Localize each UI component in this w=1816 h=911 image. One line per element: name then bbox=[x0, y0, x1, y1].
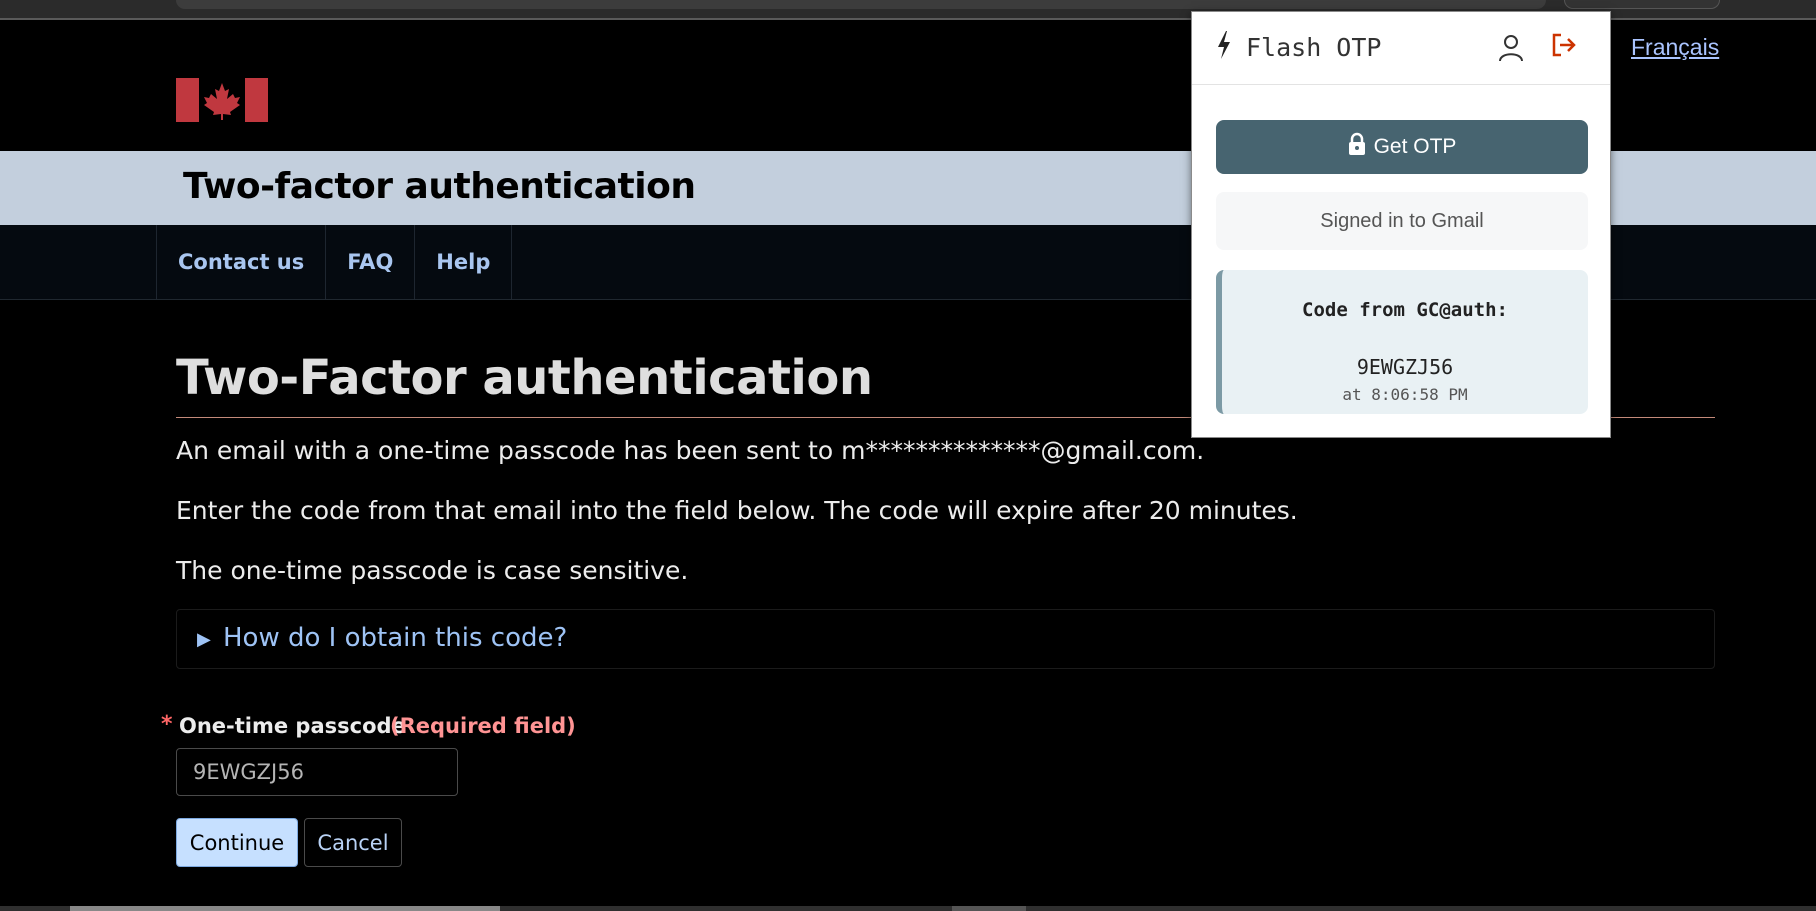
otp-field-label: One-time passcode bbox=[179, 714, 406, 738]
otp-code-card: Code from GC@auth: 9EWGZJ56 at 8:06:58 P… bbox=[1216, 270, 1588, 414]
required-marker: * bbox=[161, 712, 173, 737]
language-link[interactable]: Français bbox=[1631, 34, 1719, 61]
site-title: Two-factor authentication bbox=[183, 166, 696, 207]
horizontal-scrollbar[interactable] bbox=[0, 906, 1816, 911]
flash-otp-popup: Flash OTP Get OTP Signed in to Gmail Cod… bbox=[1191, 11, 1611, 438]
instructions-text: Enter the code from that email into the … bbox=[176, 496, 1298, 525]
page-title: Two-Factor authentication bbox=[176, 350, 873, 406]
otp-code[interactable]: 9EWGZJ56 bbox=[1222, 355, 1588, 379]
email-sent-text: An email with a one-time passcode has be… bbox=[176, 436, 1205, 465]
code-source: Code from GC@auth: bbox=[1302, 299, 1508, 321]
profile-pill[interactable] bbox=[1564, 0, 1720, 9]
triangle-right-icon: ▶ bbox=[197, 629, 211, 650]
continue-button[interactable]: Continue bbox=[176, 818, 298, 867]
required-field-text: (Required field) bbox=[390, 714, 576, 738]
nav-contact-us[interactable]: Contact us bbox=[156, 225, 325, 299]
help-details[interactable]: ▶ How do I obtain this code? bbox=[176, 609, 1715, 669]
lock-icon bbox=[1348, 132, 1365, 155]
code-timestamp: at 8:06:58 PM bbox=[1342, 385, 1468, 404]
get-otp-button[interactable]: Get OTP bbox=[1216, 120, 1588, 174]
get-otp-label: Get OTP bbox=[1373, 135, 1457, 158]
nav-help[interactable]: Help bbox=[414, 225, 513, 299]
signed-in-status: Signed in to Gmail bbox=[1216, 192, 1588, 250]
popup-header: Flash OTP bbox=[1192, 12, 1610, 85]
logout-icon[interactable] bbox=[1551, 32, 1577, 58]
scrollbar-thumb[interactable] bbox=[70, 906, 500, 911]
canada-flag-icon bbox=[176, 78, 268, 122]
scrollbar-segment bbox=[952, 906, 1026, 911]
otp-input[interactable] bbox=[176, 748, 458, 796]
popup-title: Flash OTP bbox=[1246, 33, 1382, 62]
nav-faq[interactable]: FAQ bbox=[325, 225, 414, 299]
user-icon[interactable] bbox=[1498, 33, 1524, 63]
address-bar[interactable] bbox=[176, 0, 1546, 9]
bolt-icon bbox=[1218, 31, 1230, 59]
details-summary[interactable]: How do I obtain this code? bbox=[223, 623, 567, 653]
cancel-button[interactable]: Cancel bbox=[304, 818, 402, 867]
case-sensitive-text: The one-time passcode is case sensitive. bbox=[176, 556, 689, 585]
